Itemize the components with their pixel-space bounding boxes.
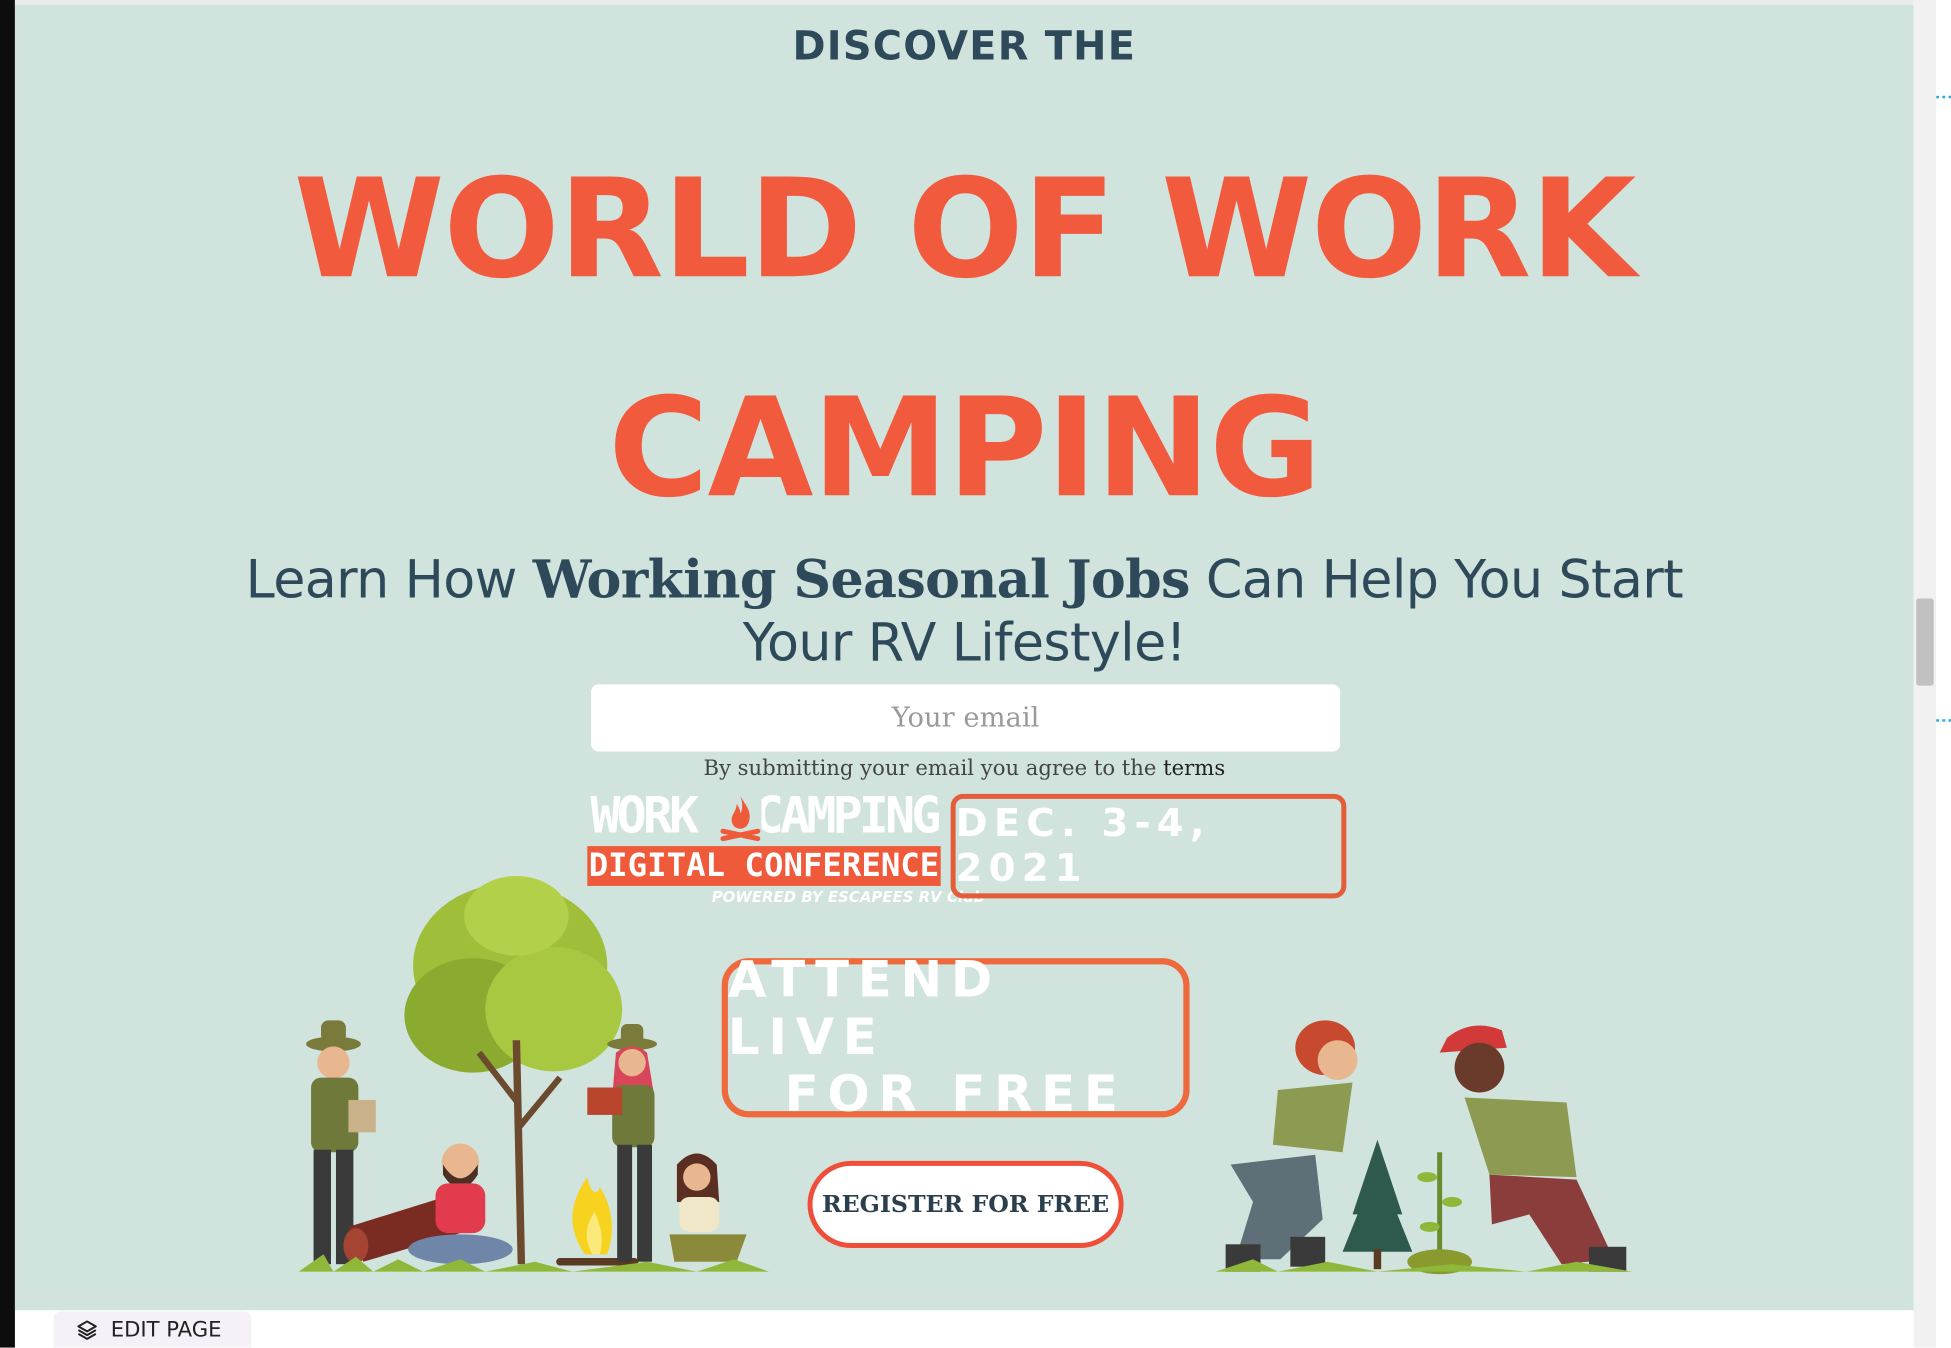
register-button[interactable]: REGISTER FOR FREE (807, 1160, 1124, 1249)
small-pine-icon (1342, 1139, 1413, 1270)
email-input[interactable] (591, 684, 1341, 752)
attend-line-2: FOR FREE (784, 1066, 1127, 1124)
scrollbar-thumb[interactable] (1916, 598, 1934, 686)
main-headline: WORLD OF WORK CAMPING (15, 119, 1914, 557)
planting-rangers-illustration (1215, 1020, 1633, 1275)
seated-woman-icon (669, 1153, 747, 1262)
attend-free-badge: ATTEND LIVE FOR FREE (721, 952, 1190, 1124)
event-date: DEC. 3-4, 2021 (955, 801, 1211, 891)
ranger-redhead-icon (1225, 1020, 1358, 1272)
attend-line-1: ATTEND LIVE (727, 951, 1001, 1067)
left-border (0, 0, 15, 1348)
edit-page-label: EDIT PAGE (110, 1317, 222, 1342)
terms-text: By submitting your email you agree to th… (703, 756, 1164, 782)
edit-page-button[interactable]: EDIT PAGE (53, 1311, 252, 1348)
subhead-emphasis: Working Seasonal Jobs (532, 548, 1191, 610)
logo-title-text: WORK CAMPING (590, 787, 941, 845)
guide-marker-top (1936, 95, 1951, 99)
headline-line-2: CAMPING (608, 368, 1321, 528)
campfire-icon (719, 793, 762, 842)
sapling-icon (1407, 1152, 1473, 1275)
event-date-badge: DEC. 3-4, 2021 (950, 793, 1347, 899)
layers-icon (77, 1319, 97, 1340)
campfire-scene-illustration (298, 875, 769, 1272)
terms-notice: By submitting your email you agree to th… (15, 757, 1914, 782)
eyebrow-text: DISCOVER THE (792, 22, 1137, 70)
subhead-prefix: Learn How (245, 548, 533, 610)
logo-title: WORK CAMPING (587, 787, 941, 845)
ranger-cap-icon (1439, 1025, 1627, 1272)
terms-link[interactable]: terms (1163, 757, 1225, 782)
hero-section: DISCOVER THE WORLD OF WORK CAMPING Learn… (14, 4, 1914, 1311)
subheadline: Learn How Working Seasonal Jobs Can Help… (226, 547, 1702, 674)
headline-line-1: WORLD OF WORK (293, 149, 1637, 309)
guide-marker-bottom (1936, 719, 1951, 722)
right-gutter (1936, 0, 1951, 1348)
